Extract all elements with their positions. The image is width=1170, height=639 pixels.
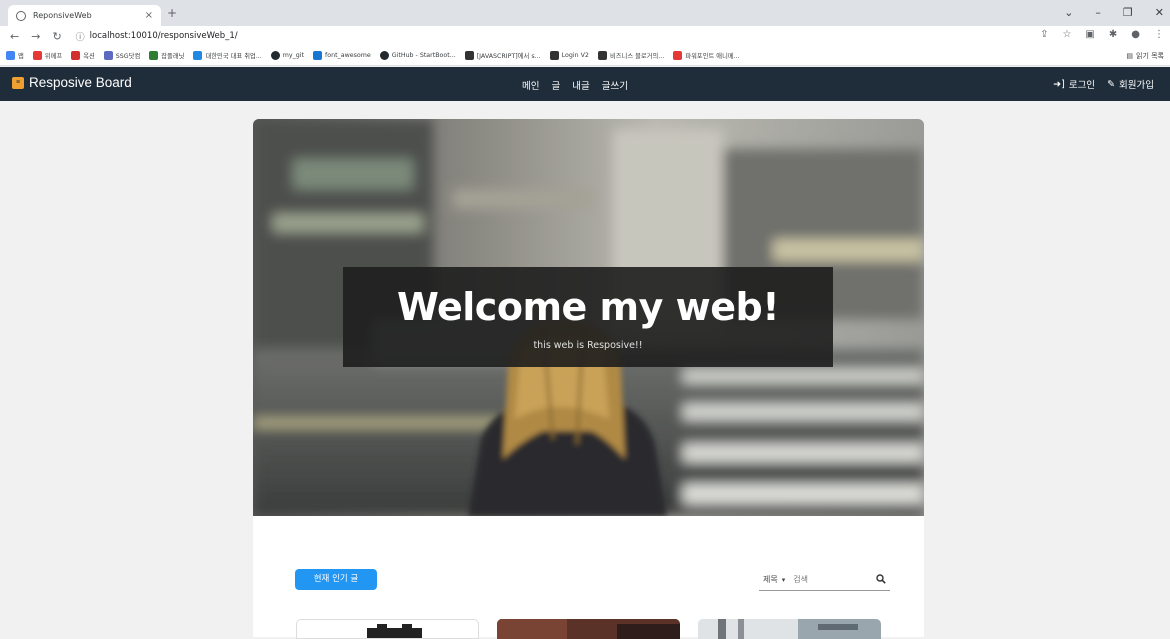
close-window-button[interactable]: ✕ — [1155, 6, 1164, 19]
auth-links: ➜] 로그인 ✎ 회원가입 — [1053, 77, 1154, 92]
sign-in-icon: ➜] — [1053, 78, 1065, 90]
profile-icon[interactable]: ● — [1131, 29, 1140, 40]
restore-button[interactable]: ❐ — [1123, 6, 1133, 19]
address-bar: ← → ↻ ⓘ localhost:10010/responsiveWeb_1/… — [0, 26, 1170, 46]
bookmark-item[interactable]: my_git — [270, 51, 304, 60]
content-section: 현재 인기 글 제목 ▾ — [253, 516, 924, 639]
new-tab-button[interactable]: + — [167, 6, 177, 20]
menu-item-main[interactable]: 메인 — [522, 78, 539, 92]
browser-tab-strip: ReponsiveWeb × + ⌄ – ❐ ✕ — [0, 0, 1170, 26]
browser-tab[interactable]: ReponsiveWeb × — [8, 5, 161, 26]
brand-logo-icon: ≡ — [12, 76, 24, 89]
search-input[interactable] — [793, 575, 866, 584]
extension-icon[interactable]: ▣ — [1085, 29, 1094, 40]
bookmark-item[interactable]: SSG닷컴 — [103, 51, 140, 60]
hero-caption-box: Welcome my web! this web is Resposive!! — [343, 267, 833, 367]
popular-posts-button[interactable]: 현재 인기 글 — [295, 569, 377, 590]
menu-item-posts[interactable]: 글 — [551, 78, 560, 92]
bookmark-item[interactable]: 대한민국 대표 취업... — [193, 51, 262, 60]
site-navbar: ≡ Resposive Board 메인 글 내글 글쓰기 ➜] 로그인 ✎ 회… — [0, 67, 1170, 101]
reload-icon[interactable]: ↻ — [52, 30, 61, 43]
bookmarks-bar: 앱 위메프 옥션 SSG닷컴 잡플래닛 대한민국 대표 취업... my_git… — [0, 46, 1170, 66]
main-menu: 메인 글 내글 글쓰기 — [522, 78, 628, 92]
brand-link[interactable]: ≡ Resposive Board — [12, 75, 132, 90]
search-field-select[interactable]: 제목 ▾ — [763, 574, 785, 585]
bookmark-item[interactable]: 잡플래닛 — [149, 51, 184, 60]
puzzle-icon[interactable]: ✱ — [1109, 29, 1117, 40]
bookmark-favicon-icon — [103, 51, 113, 60]
browser-tab-title: ReponsiveWeb — [33, 11, 92, 20]
bookmark-item[interactable]: [JAVASCRIPT]에서 s... — [464, 51, 541, 60]
menu-item-write[interactable]: 글쓰기 — [602, 78, 628, 92]
hero-banner: Welcome my web! this web is Resposive!! — [253, 119, 924, 516]
home-icon — [549, 51, 559, 60]
menu-item-my-posts[interactable]: 내글 — [572, 78, 589, 92]
tab-search-icon[interactable]: ⌄ — [1064, 6, 1073, 19]
minimize-button[interactable]: – — [1095, 6, 1101, 19]
close-tab-icon[interactable]: × — [145, 10, 153, 21]
hero-subtitle: this web is Resposive!! — [533, 340, 643, 351]
bookmark-favicon-icon — [32, 51, 42, 60]
post-thumbnail[interactable] — [296, 619, 479, 639]
user-edit-icon: ✎ — [1107, 78, 1116, 90]
window-controls: ⌄ – ❐ ✕ — [1064, 6, 1164, 19]
reading-list-icon: ▤ — [1126, 52, 1133, 60]
globe-icon — [16, 10, 26, 21]
github-icon — [270, 51, 280, 60]
bookmark-item[interactable]: 앱 — [6, 51, 24, 60]
post-thumbnail-image — [698, 619, 881, 639]
bookmark-favicon-icon — [149, 51, 159, 60]
search-icon[interactable] — [876, 574, 886, 584]
forward-icon[interactable]: → — [31, 30, 40, 43]
bookmark-item[interactable]: font_awesome — [313, 51, 371, 60]
reading-list-button[interactable]: ▤ 읽기 목록 — [1126, 51, 1164, 61]
post-thumbnail[interactable] — [497, 619, 680, 639]
bookmark-item[interactable]: 비즈니스 블로거의... — [597, 51, 664, 60]
bookmark-favicon-icon — [71, 51, 81, 60]
share-icon[interactable]: ⇪ — [1040, 29, 1048, 40]
github-icon — [379, 51, 389, 60]
bookmark-favicon-icon — [464, 51, 474, 60]
bookmark-item[interactable]: 위메프 — [32, 51, 62, 60]
hero-title: Welcome my web! — [396, 285, 780, 329]
bookmark-favicon-icon — [193, 51, 203, 60]
bookmark-favicon-icon — [597, 51, 607, 60]
login-link[interactable]: ➜] 로그인 — [1053, 77, 1095, 92]
more-menu-icon[interactable]: ⋮ — [1154, 29, 1164, 40]
apps-grid-icon — [6, 51, 15, 60]
bookmark-favicon-icon — [673, 51, 683, 60]
back-icon[interactable]: ← — [10, 30, 19, 43]
chevron-down-icon: ▾ — [781, 575, 786, 584]
post-thumbnail-image — [497, 619, 680, 639]
bookmark-item[interactable]: Login V2 — [549, 51, 589, 60]
post-thumbnail[interactable] — [698, 619, 881, 639]
bookmark-item[interactable]: 파워포인트 애니메... — [673, 51, 740, 60]
search-bar: 제목 ▾ — [759, 569, 890, 591]
bookmark-item[interactable]: GitHub - StartBoot... — [379, 51, 456, 60]
flag-icon — [313, 51, 323, 60]
bookmark-star-icon[interactable]: ☆ — [1062, 29, 1071, 40]
post-thumbnail-image — [367, 624, 422, 638]
signup-link[interactable]: ✎ 회원가입 — [1107, 77, 1154, 92]
bookmark-item[interactable]: 옥션 — [71, 51, 95, 60]
site-info-icon[interactable]: ⓘ — [76, 30, 85, 43]
brand-name: Resposive Board — [29, 75, 132, 90]
url-field[interactable]: localhost:10010/responsiveWeb_1/ — [90, 31, 238, 41]
